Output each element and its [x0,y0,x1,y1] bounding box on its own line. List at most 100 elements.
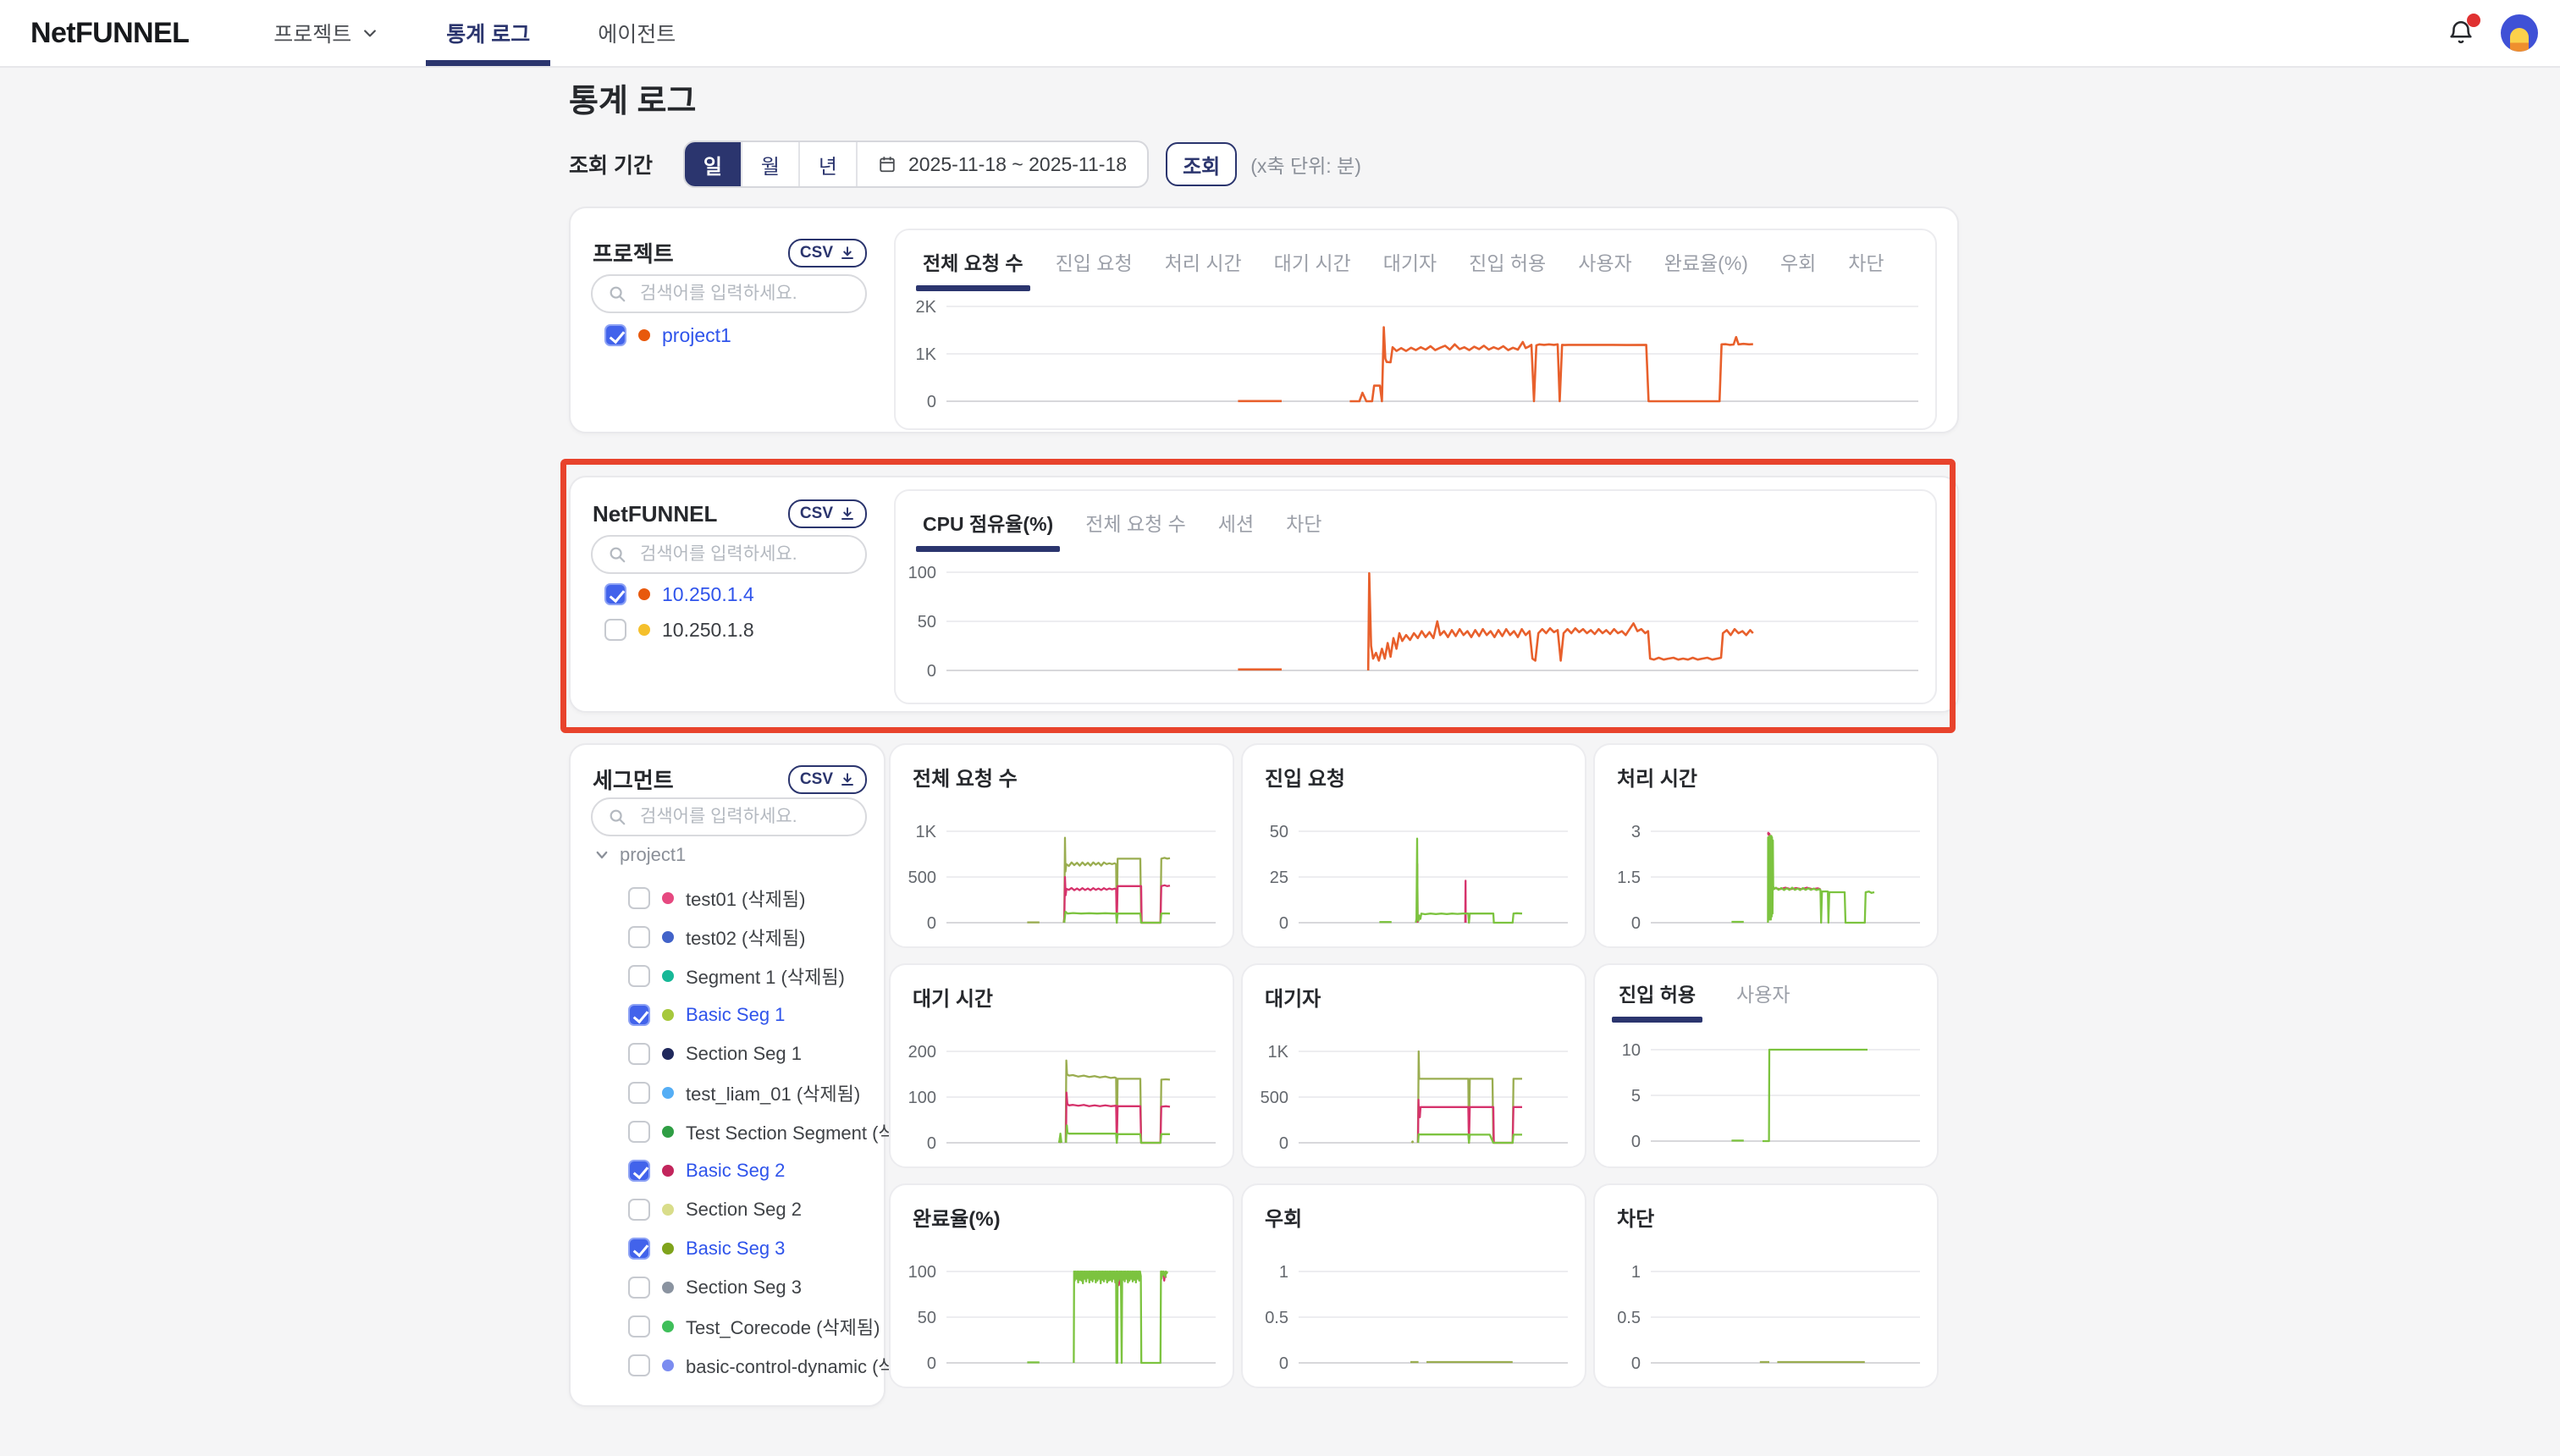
tab-차단[interactable]: 차단 [1286,508,1321,552]
tab-진입 허용[interactable]: 진입 허용 [1619,979,1696,1023]
tab-대기 시간[interactable]: 대기 시간 [1274,247,1351,291]
nav-item-에이전트[interactable]: 에이전트 [564,0,709,66]
project-csv-button[interactable]: CSV [788,239,867,267]
project-panel-title: 프로젝트 [593,237,674,268]
tab-차단[interactable]: 차단 [1848,247,1884,291]
tab-우회[interactable]: 우회 [1780,247,1816,291]
period-date-group: 일월년 2025-11-18 ~ 2025-11-18 [683,141,1149,188]
project-search [591,274,867,313]
netfunnel-chart-card: CPU 점유율(%) 전체 요청 수 세션 차단 050100 [894,489,1937,704]
svg-text:0: 0 [1631,1354,1641,1373]
checkbox-unchecked[interactable] [628,926,650,948]
svg-text:2K: 2K [916,298,937,317]
stat-card-진입 요청: 진입 요청02550 [1241,743,1586,948]
line-chart: 050100 [896,552,1935,698]
svg-text:50: 50 [1270,823,1288,841]
tab-CPU 점유율(%)[interactable]: CPU 점유율(%) [923,508,1053,552]
checkbox-checked[interactable] [628,1004,650,1026]
period-option-년[interactable]: 년 [800,142,858,186]
search-icon [608,545,626,564]
checkbox-unchecked[interactable] [628,1121,650,1143]
list-item[interactable]: project1 [604,323,731,347]
stat-card-title: 대기자 [1265,982,1321,1012]
checkbox-unchecked[interactable] [628,1199,650,1221]
download-icon [840,506,855,521]
segment-search-input[interactable] [637,805,850,829]
checkbox-unchecked[interactable] [628,1043,650,1065]
stat-card-처리 시간: 처리 시간01.53 [1593,743,1939,948]
stat-card-우회: 우회00.51 [1241,1183,1586,1388]
tab-진입 허용[interactable]: 진입 허용 [1469,247,1546,291]
tab-세션[interactable]: 세션 [1218,508,1254,552]
period-option-월[interactable]: 월 [742,142,800,186]
checkbox-unchecked[interactable] [628,1315,650,1337]
user-avatar[interactable] [2501,14,2538,52]
notification-bell-icon[interactable] [2447,19,2475,47]
segment-tree: project1 test01 (삭제됨)test02 (삭제됨)Segment… [594,843,936,1376]
tree-root-project[interactable]: project1 [594,843,936,867]
nav-item-통계 로그[interactable]: 통계 로그 [412,0,564,66]
checkbox-checked[interactable] [628,1238,650,1260]
color-dot [662,970,674,982]
tab-사용자[interactable]: 사용자 [1736,979,1790,1023]
netfunnel-search-input[interactable] [637,543,850,566]
checkbox-unchecked[interactable] [628,1082,650,1104]
svg-text:1K: 1K [916,823,937,841]
checkbox-checked[interactable] [604,583,626,605]
date-range-picker[interactable]: 2025-11-18 ~ 2025-11-18 [858,142,1147,186]
svg-text:500: 500 [1261,1089,1288,1107]
item-label: Segment 1 (삭제됨) [686,962,845,990]
segment-csv-button[interactable]: CSV [788,765,867,794]
svg-text:3: 3 [1631,823,1641,841]
item-label: Section Seg 3 [686,1277,802,1299]
tab-대기자[interactable]: 대기자 [1383,247,1437,291]
project-search-input[interactable] [637,282,850,306]
stat-card-진입 허용: 진입 허용 사용자 0 5 10 [1593,963,1939,1168]
segment-search [591,797,867,836]
checkbox-unchecked[interactable] [604,619,626,641]
checkbox-unchecked[interactable] [628,887,650,909]
item-label: Basic Seg 3 [686,1238,785,1260]
svg-text:1: 1 [1631,1263,1641,1282]
svg-text:0: 0 [927,1354,936,1373]
download-icon [840,245,855,261]
color-dot [638,588,650,600]
item-label: Basic Seg 1 [686,1004,785,1026]
tab-전체 요청 수[interactable]: 전체 요청 수 [923,247,1023,291]
checkbox-checked[interactable] [628,1160,650,1182]
list-item[interactable]: 10.250.1.4 [604,582,754,606]
stat-card-전체 요청 수: 전체 요청 수05001K [889,743,1234,948]
svg-text:0: 0 [927,914,936,933]
tab-전체 요청 수[interactable]: 전체 요청 수 [1085,508,1186,552]
tab-완료율(%)[interactable]: 완료율(%) [1664,247,1748,291]
netfunnel-panel: NetFUNNEL CSV 10.250.1.410.250.1.8 CPU 점… [569,476,1959,713]
netfunnel-list: 10.250.1.4 10.250.1.8 [604,582,754,642]
checkbox-unchecked[interactable] [628,1354,650,1376]
svg-text:0: 0 [1631,1133,1641,1151]
project-chart-tabs: 전체 요청 수 진입 요청 처리 시간 대기 시간 대기자 진입 허용 사용자 완료율(%) 우… [923,247,1922,291]
color-dot [662,892,674,904]
svg-text:10: 10 [1622,1041,1641,1060]
list-item[interactable]: 10.250.1.8 [604,618,754,642]
checkbox-unchecked[interactable] [628,965,650,987]
svg-text:100: 100 [908,564,936,582]
nav-item-label: 통계 로그 [446,18,530,48]
chevron-down-icon [361,25,378,41]
color-dot [638,329,650,341]
tree-root-label: project1 [620,844,686,866]
tab-진입 요청[interactable]: 진입 요청 [1056,247,1133,291]
tab-처리 시간[interactable]: 처리 시간 [1165,247,1242,291]
svg-text:5: 5 [1631,1087,1641,1106]
period-option-일[interactable]: 일 [685,142,742,186]
checkbox-checked[interactable] [604,324,626,346]
nav-item-label: 에이전트 [598,18,676,48]
netfunnel-csv-button[interactable]: CSV [788,499,867,528]
tab-사용자[interactable]: 사용자 [1578,247,1631,291]
date-range-value: 2025-11-18 ~ 2025-11-18 [908,153,1127,176]
color-dot [662,1165,674,1177]
checkbox-unchecked[interactable] [628,1277,650,1299]
query-button[interactable]: 조회 [1166,142,1237,186]
project-list: project1 [604,323,731,347]
line-chart: 05001K [1243,1023,1585,1161]
nav-item-프로젝트[interactable]: 프로젝트 [240,0,412,66]
